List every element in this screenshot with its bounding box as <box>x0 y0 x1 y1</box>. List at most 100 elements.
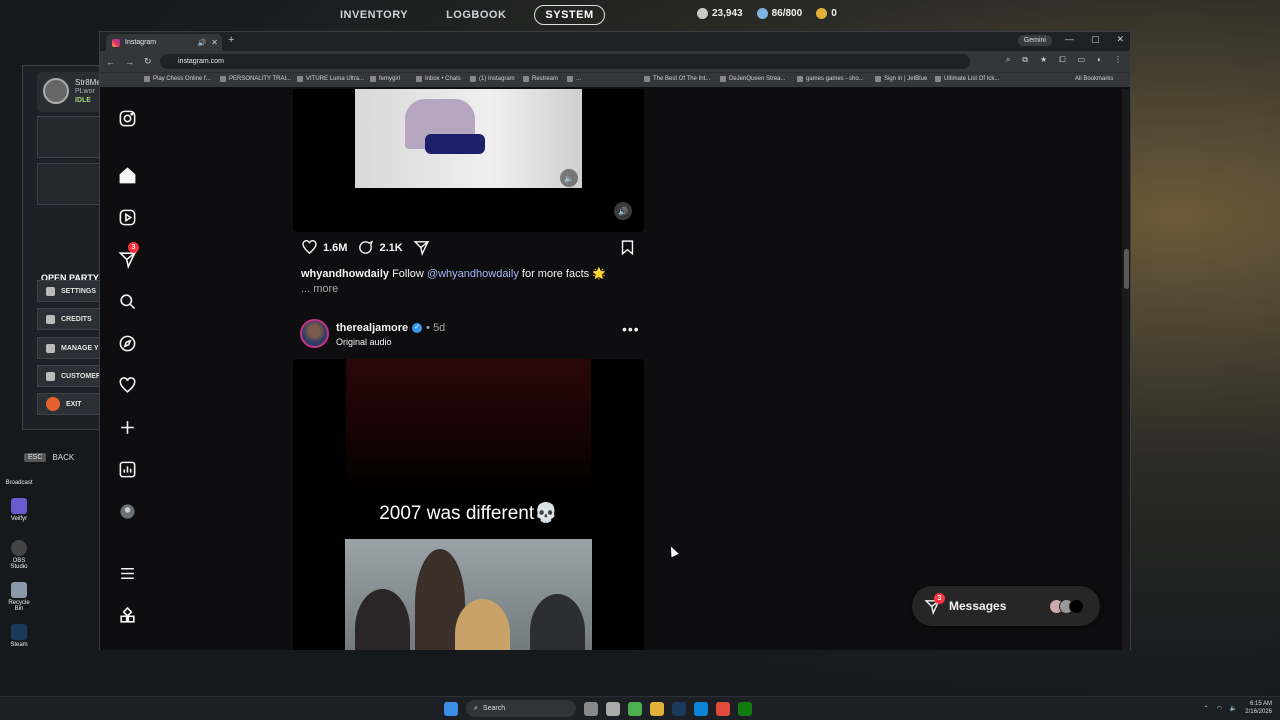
currency-bar: 23,943 86/800 0 <box>697 8 837 19</box>
new-tab-button[interactable]: + <box>228 34 234 46</box>
scrollbar[interactable] <box>1122 89 1130 650</box>
bookmark-item[interactable]: games games - sho... <box>797 76 864 82</box>
profile-avatar[interactable] <box>116 500 138 522</box>
edge-icon[interactable] <box>694 701 708 716</box>
profile-icon[interactable]: ◐ <box>1097 55 1102 65</box>
media-icon[interactable] <box>628 701 642 716</box>
desktop-icon-veilfyr[interactable]: Veilfyr <box>4 498 34 522</box>
tab-instagram[interactable]: Instagram 🔊 ✕ <box>106 34 222 51</box>
zoom-icon[interactable]: ⌕ <box>1006 55 1010 65</box>
xbox-icon[interactable] <box>738 701 752 716</box>
url-field[interactable]: instagram.com <box>160 54 970 69</box>
back-button[interactable]: ESC BACK <box>24 453 74 462</box>
scroll-thumb[interactable] <box>1124 249 1129 289</box>
messages-button[interactable]: 3 Messages <box>912 586 1100 626</box>
menu-icon[interactable]: ⋮ <box>1114 55 1122 65</box>
settings-icon[interactable] <box>606 701 620 716</box>
gemini-button[interactable]: Gemini <box>1017 35 1052 46</box>
tray-chevron-icon[interactable]: ⌃ <box>1204 705 1209 712</box>
chrome-icon[interactable] <box>716 701 730 716</box>
home-icon[interactable] <box>116 164 138 186</box>
reels-icon[interactable] <box>116 206 138 228</box>
toolbar-icons: ⌕ ⧉ ★ ⧠ ▭ ◐ ⋮ <box>1006 55 1122 65</box>
bookmark-item[interactable]: The Best Of The Int... <box>644 76 710 82</box>
bookmark-item[interactable]: Inbox • Chats <box>416 76 461 82</box>
close-window-icon[interactable]: ✕ <box>1116 34 1124 45</box>
caption-username[interactable]: whyandhowdaily <box>301 268 389 280</box>
currency-energy: 86/800 <box>756 8 802 19</box>
clock[interactable]: 6:15 AM 2/16/2026 <box>1245 700 1272 716</box>
desktop-icon-obs[interactable]: OBS Studio <box>4 540 34 570</box>
maximize-icon[interactable]: ▢ <box>1091 34 1100 45</box>
minimize-icon[interactable]: — <box>1065 34 1074 45</box>
bookmark-item[interactable]: femygirl <box>370 76 400 82</box>
dashboard-icon[interactable] <box>116 458 138 480</box>
volume-tray-icon[interactable]: 🔈 <box>1230 705 1237 712</box>
nav-logbook[interactable]: LOGBOOK <box>436 6 516 24</box>
share-button[interactable] <box>413 239 430 256</box>
also-from-meta-icon[interactable] <box>116 604 138 626</box>
back-icon[interactable]: ← <box>106 57 115 67</box>
nav-inventory[interactable]: INVENTORY <box>330 6 418 24</box>
caption-more-link[interactable]: ... more <box>301 283 338 295</box>
more-menu-icon[interactable] <box>116 562 138 584</box>
desktop-icon-steam[interactable]: Steam <box>4 624 34 648</box>
bookmark-item[interactable]: Sign in | JetBlue <box>875 76 927 82</box>
player-name: Str8Me <box>75 78 101 87</box>
instagram-logo-icon[interactable] <box>116 107 138 129</box>
bookmark-item[interactable]: PERSONALITY TRAI... <box>220 76 291 82</box>
close-tab-icon[interactable]: ✕ <box>211 38 218 47</box>
forward-icon[interactable]: → <box>125 57 134 67</box>
taskbar-search[interactable]: ⌕ Search <box>466 700 576 717</box>
task-view-icon[interactable] <box>584 701 598 716</box>
star-icon[interactable]: ★ <box>1040 55 1047 65</box>
comment-button[interactable]: 2.1K <box>357 239 403 256</box>
bookmark-item[interactable]: Restream <box>523 76 558 82</box>
bookmark-icon <box>297 76 303 82</box>
player-sub: PLwor <box>75 88 95 95</box>
verified-badge-icon: ✓ <box>412 323 423 333</box>
steam-taskbar-icon[interactable] <box>672 701 686 716</box>
bookmark-item[interactable]: Play Chess Online f... <box>144 76 211 82</box>
folder-icon[interactable] <box>650 701 664 716</box>
start-icon[interactable] <box>444 701 458 716</box>
heart-icon[interactable] <box>116 374 138 396</box>
original-audio-link[interactable]: Original audio <box>336 337 392 347</box>
speaker-icon[interactable]: 🔊 <box>198 39 207 47</box>
sidepanel-icon[interactable]: ▭ <box>1078 55 1086 65</box>
volume-icon[interactable]: 🔊 <box>614 202 632 220</box>
install-icon[interactable]: ⧉ <box>1022 55 1028 65</box>
all-bookmarks-button[interactable]: All Bookmarks <box>1075 76 1113 82</box>
bookmark-icon <box>523 76 529 82</box>
more-options-icon[interactable]: ••• <box>622 321 640 337</box>
post2-video[interactable]: 2007 was different💀 <box>293 359 644 650</box>
messages-label: Messages <box>949 599 1007 613</box>
bookmark-item[interactable]: VITURE Luma Ultra... <box>297 76 364 82</box>
wifi-icon[interactable]: ◠ <box>1217 705 1222 712</box>
bookmark-icon <box>797 76 803 82</box>
like-button[interactable]: 1.6M <box>301 239 347 256</box>
caption-mention[interactable]: @whyandhowdaily <box>427 268 519 280</box>
messages-sidebar-icon[interactable]: 3 <box>116 242 139 270</box>
explore-icon[interactable] <box>116 332 138 354</box>
video-clip-frame <box>345 539 592 650</box>
bookmark-item[interactable]: DeJenQueen Strea... <box>720 76 785 82</box>
power-icon <box>46 397 60 411</box>
bookmark-item[interactable]: ... <box>567 76 581 82</box>
save-button[interactable] <box>619 239 636 261</box>
extensions-icon[interactable]: ⧠ <box>1059 55 1065 65</box>
post2-avatar[interactable] <box>300 319 329 348</box>
nav-system[interactable]: SYSTEM <box>534 5 605 25</box>
gear-icon <box>46 286 55 296</box>
bookmark-item[interactable]: Ultimate List Of Ick... <box>935 76 999 82</box>
create-icon[interactable] <box>116 416 138 438</box>
reload-icon[interactable]: ↻ <box>144 56 152 67</box>
desktop-icon-recycle-bin[interactable]: Recycle Bin <box>4 582 34 612</box>
desktop-icon-broadcast[interactable]: Broadcast <box>4 480 34 486</box>
post1-video[interactable]: 🔈 🔊 <box>293 89 644 232</box>
post2-username[interactable]: therealjamore <box>336 322 408 334</box>
bookmark-item[interactable]: (1) Instagram <box>470 76 515 82</box>
search-icon[interactable] <box>116 290 138 312</box>
message-avatars <box>1049 598 1084 614</box>
address-bar: ← → ↻ instagram.com ⌕ ⧉ ★ ⧠ ▭ ◐ ⋮ <box>100 51 1130 72</box>
